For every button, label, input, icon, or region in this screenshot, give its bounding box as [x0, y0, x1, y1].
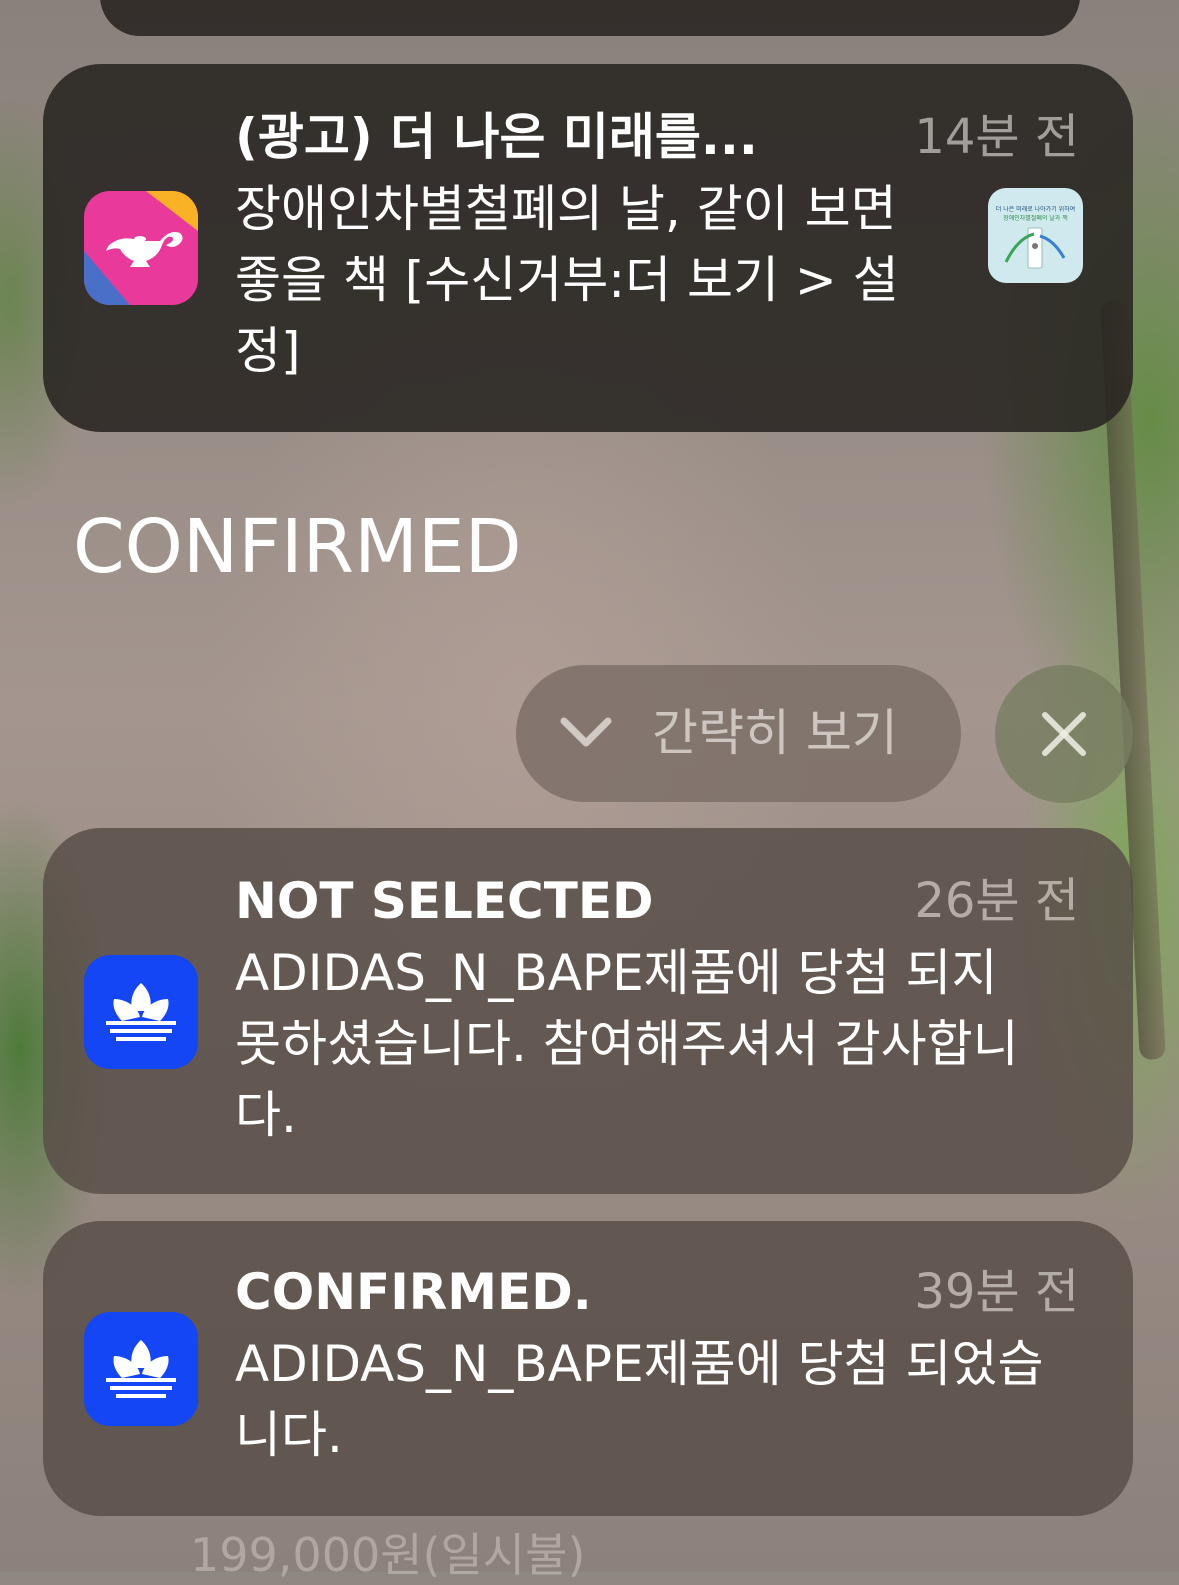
notification-time: 39분 전 — [914, 1264, 1079, 1320]
adidas-originals-icon — [84, 955, 198, 1069]
notification-body: 장애인차별철폐의 날, 같이 보면 좋을 책 [수신거부:더 보기 > 설정] — [235, 180, 899, 380]
notification-card-not-selected[interactable]: NOT SELECTED 26분 전 ADIDAS_N_BAPE제품에 당첨 되… — [43, 828, 1133, 1194]
close-icon — [1042, 712, 1086, 756]
notification-above-sliver[interactable] — [100, 0, 1080, 36]
notification-title: (광고) 더 나은 미래를... — [235, 108, 758, 166]
notification-body: ADIDAS_N_BAPE제품에 당첨 되지 못하셨습니다. 참여해주셔서 감사… — [235, 944, 1019, 1144]
adidas-originals-icon — [84, 1312, 198, 1426]
notification-time: 26분 전 — [914, 873, 1079, 929]
show-less-button[interactable]: 간략히 보기 — [516, 665, 961, 802]
genie-lamp-icon — [84, 191, 198, 305]
clear-group-button[interactable] — [995, 665, 1133, 803]
show-less-label: 간략히 보기 — [652, 704, 898, 762]
group-title: CONFIRMED — [73, 504, 522, 590]
background-price-text: 199,000원(일시불) — [190, 1528, 586, 1582]
notification-thumbnail: 더 나은 미래로 나아가기 위하여 장애인차별철폐의 날과 책 — [988, 188, 1083, 283]
thumbnail-graphic — [1004, 227, 1066, 269]
notification-body: ADIDAS_N_BAPE제품에 당첨 되었습니다. — [235, 1335, 1044, 1464]
ad-notification-card[interactable]: (광고) 더 나은 미래를... 14분 전 장애인차별철폐의 날, 같이 보면… — [43, 64, 1133, 432]
notification-card-confirmed[interactable]: CONFIRMED. 39분 전 ADIDAS_N_BAPE제품에 당첨 되었습… — [43, 1221, 1133, 1516]
chevron-down-icon — [560, 717, 612, 747]
notification-title: NOT SELECTED — [235, 872, 654, 930]
notification-title: CONFIRMED. — [235, 1263, 592, 1321]
notification-time: 14분 전 — [914, 109, 1079, 165]
